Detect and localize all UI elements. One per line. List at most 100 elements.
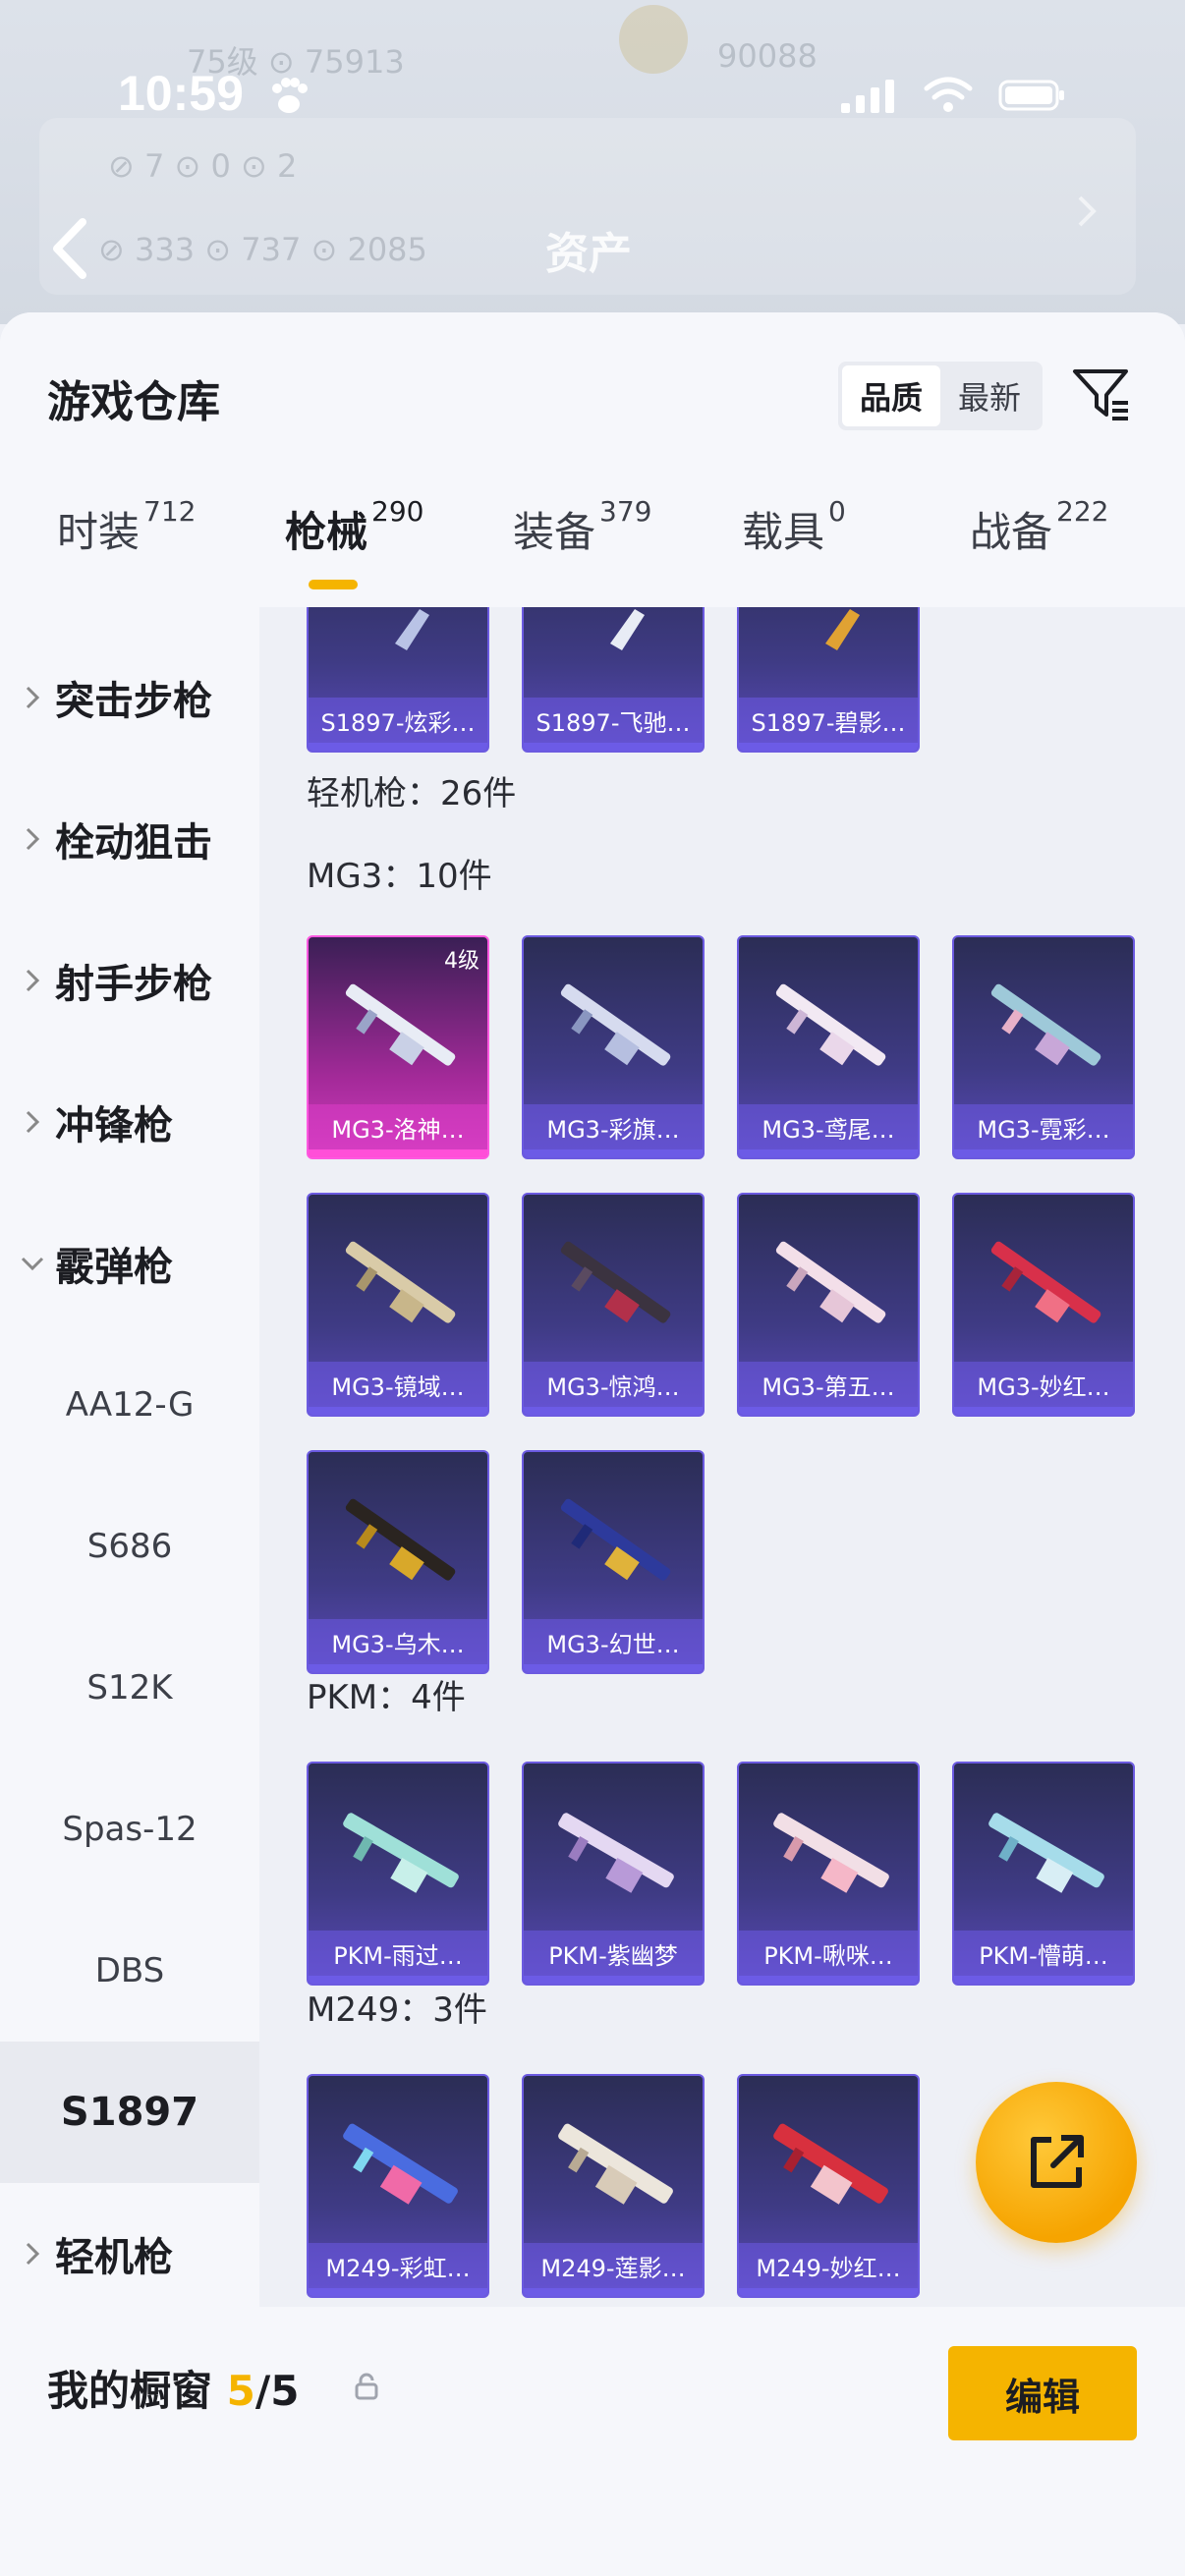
rail-item-bolt-sniper[interactable]: 栓动狙击 bbox=[0, 768, 259, 910]
skin-name: MG3-洛神… bbox=[309, 1104, 487, 1149]
tab-count: 712 bbox=[143, 495, 197, 528]
skin-card[interactable]: MG3-霓彩… bbox=[952, 935, 1135, 1159]
skin-name: M249-妙红… bbox=[739, 2243, 918, 2288]
rarity-bar bbox=[309, 1407, 487, 1415]
filter-icon[interactable] bbox=[1069, 362, 1134, 426]
rarity-bar bbox=[954, 1407, 1133, 1415]
gun-icon bbox=[558, 1813, 674, 1893]
tab-label: 战备 bbox=[970, 508, 1053, 556]
gun-icon bbox=[558, 2123, 673, 2205]
rail-item-lmg[interactable]: 轻机枪 bbox=[0, 2183, 259, 2324]
skin-name: PKM-雨过… bbox=[309, 1931, 487, 1976]
rail-item-label: 轻机枪 bbox=[55, 2235, 173, 2280]
paw-icon bbox=[272, 78, 308, 113]
rail-item-shotgun[interactable]: 霰弹枪 bbox=[0, 1193, 259, 1334]
skin-card[interactable]: MG3-惊鸿… bbox=[522, 1193, 705, 1417]
skin-card[interactable]: PKM-懵萌… bbox=[952, 1762, 1135, 1986]
skin-card[interactable]: M249-彩虹… bbox=[307, 2074, 489, 2298]
gun-icon bbox=[345, 1498, 456, 1581]
skin-card[interactable]: PKM-啾咪… bbox=[737, 1762, 920, 1986]
gun-icon bbox=[345, 983, 456, 1066]
lock-icon bbox=[355, 2373, 378, 2400]
rail-sub-aa12g[interactable]: AA12-G bbox=[0, 1334, 259, 1476]
skin-name: MG3-第五… bbox=[739, 1362, 918, 1407]
section-header-lmg: 轻机枪：26件 bbox=[307, 774, 517, 813]
skin-card[interactable]: M249-莲影… bbox=[522, 2074, 705, 2298]
gun-icon bbox=[773, 1813, 889, 1893]
battery-icon bbox=[998, 80, 1064, 111]
rail-item-smg[interactable]: 冲锋枪 bbox=[0, 1051, 259, 1193]
sort-quality-option[interactable]: 品质 bbox=[842, 365, 940, 426]
skin-card[interactable]: S1897-碧影… bbox=[737, 607, 920, 753]
rarity-bar bbox=[309, 743, 487, 751]
skin-name: MG3-彩旗… bbox=[524, 1104, 703, 1149]
chevron-right-icon bbox=[18, 968, 47, 993]
tab-fashion[interactable]: 时装 712 bbox=[57, 495, 196, 559]
gun-icon bbox=[560, 1498, 671, 1581]
skin-card[interactable]: S1897-飞驰… bbox=[522, 607, 705, 753]
gun-icon bbox=[988, 1813, 1104, 1893]
rail-item-assault-rifle[interactable]: 突击步枪 bbox=[0, 627, 259, 768]
rail-item-label: 栓动狙击 bbox=[55, 820, 212, 866]
gun-icon bbox=[560, 1241, 671, 1323]
skin-card[interactable]: PKM-紫幽梦 bbox=[522, 1762, 705, 1986]
skin-name: MG3-幻世… bbox=[524, 1619, 703, 1664]
skin-card[interactable]: S1897-炫彩… bbox=[307, 607, 489, 753]
rarity-bar bbox=[309, 1149, 487, 1157]
edit-button[interactable]: 编辑 bbox=[948, 2346, 1137, 2440]
chevron-right-icon bbox=[1078, 196, 1097, 227]
active-tab-indicator bbox=[309, 580, 358, 589]
tab-label: 载具 bbox=[742, 508, 825, 556]
tab-count: 0 bbox=[828, 495, 846, 528]
rail-sub-s12k[interactable]: S12K bbox=[0, 1617, 259, 1759]
share-button[interactable] bbox=[976, 2082, 1137, 2243]
skin-name: PKM-啾咪… bbox=[739, 1931, 918, 1976]
skin-card[interactable]: PKM-雨过… bbox=[307, 1762, 489, 1986]
tab-weapons[interactable]: 枪械 290 bbox=[285, 495, 423, 559]
gun-icon bbox=[773, 2123, 888, 2205]
rail-sub-s686[interactable]: S686 bbox=[0, 1476, 259, 1617]
gun-icon bbox=[990, 1241, 1101, 1323]
warehouse-sheet: 游戏仓库 品质 最新 时装 712 枪械 290 装备 379 载具 0 战备 … bbox=[0, 312, 1185, 2576]
tab-supplies[interactable]: 战备 222 bbox=[970, 495, 1108, 559]
tab-label: 时装 bbox=[57, 508, 141, 556]
category-tabs: 时装 712 枪械 290 装备 379 载具 0 战备 222 bbox=[0, 495, 1185, 607]
gun-icon bbox=[775, 1241, 886, 1323]
backdrop-stats-2: ⊘ 7 ⊙ 0 ⊙ 2 bbox=[108, 147, 298, 185]
skin-card[interactable]: M249-妙红… bbox=[737, 2074, 920, 2298]
skin-card[interactable]: MG3-妙红… bbox=[952, 1193, 1135, 1417]
skin-name: MG3-鸢尾… bbox=[739, 1104, 918, 1149]
skin-card[interactable]: MG3-镜域… bbox=[307, 1193, 489, 1417]
sort-toggle: 品质 最新 bbox=[838, 362, 1043, 430]
skin-card[interactable]: MG3-第五… bbox=[737, 1193, 920, 1417]
skin-card[interactable]: MG3-彩旗… bbox=[522, 935, 705, 1159]
skin-name: PKM-紫幽梦 bbox=[524, 1931, 703, 1976]
rail-item-label: 霰弹枪 bbox=[55, 1245, 173, 1290]
rail-sub-s1897[interactable]: S1897 bbox=[0, 2042, 259, 2183]
skin-card[interactable]: MG3-幻世… bbox=[522, 1450, 705, 1674]
skin-name: S1897-炫彩… bbox=[309, 698, 487, 743]
rarity-bar bbox=[739, 2288, 918, 2296]
skin-name: MG3-镜域… bbox=[309, 1362, 487, 1407]
skin-card[interactable]: MG3-鸢尾… bbox=[737, 935, 920, 1159]
skin-card[interactable]: 4级 MG3-洛神… bbox=[307, 935, 489, 1159]
gun-icon bbox=[825, 609, 860, 650]
rail-item-label: 射手步枪 bbox=[55, 962, 212, 1007]
back-arrow-icon[interactable] bbox=[47, 216, 92, 281]
rail-sub-dbs[interactable]: DBS bbox=[0, 1900, 259, 2042]
rail-item-label: 突击步枪 bbox=[55, 679, 212, 724]
section-header-pkm: PKM：4件 bbox=[307, 1678, 466, 1717]
rail-item-marksman-rifle[interactable]: 射手步枪 bbox=[0, 910, 259, 1051]
tab-vehicles[interactable]: 载具 0 bbox=[742, 495, 846, 559]
chevron-right-icon bbox=[18, 2241, 47, 2267]
skin-card[interactable]: MG3-乌木… bbox=[307, 1450, 489, 1674]
tab-equipment[interactable]: 装备 379 bbox=[513, 495, 651, 559]
rail-sub-spas12[interactable]: Spas-12 bbox=[0, 1759, 259, 1900]
status-time: 10:59 bbox=[118, 66, 244, 121]
gun-icon bbox=[395, 609, 429, 650]
sort-newest-option[interactable]: 最新 bbox=[940, 365, 1039, 426]
backdrop-page-title: 资产 bbox=[545, 229, 632, 279]
rarity-bar bbox=[739, 1149, 918, 1157]
tab-count: 222 bbox=[1056, 495, 1109, 528]
showcase-label: 我的橱窗 5/5 bbox=[47, 2358, 299, 2418]
